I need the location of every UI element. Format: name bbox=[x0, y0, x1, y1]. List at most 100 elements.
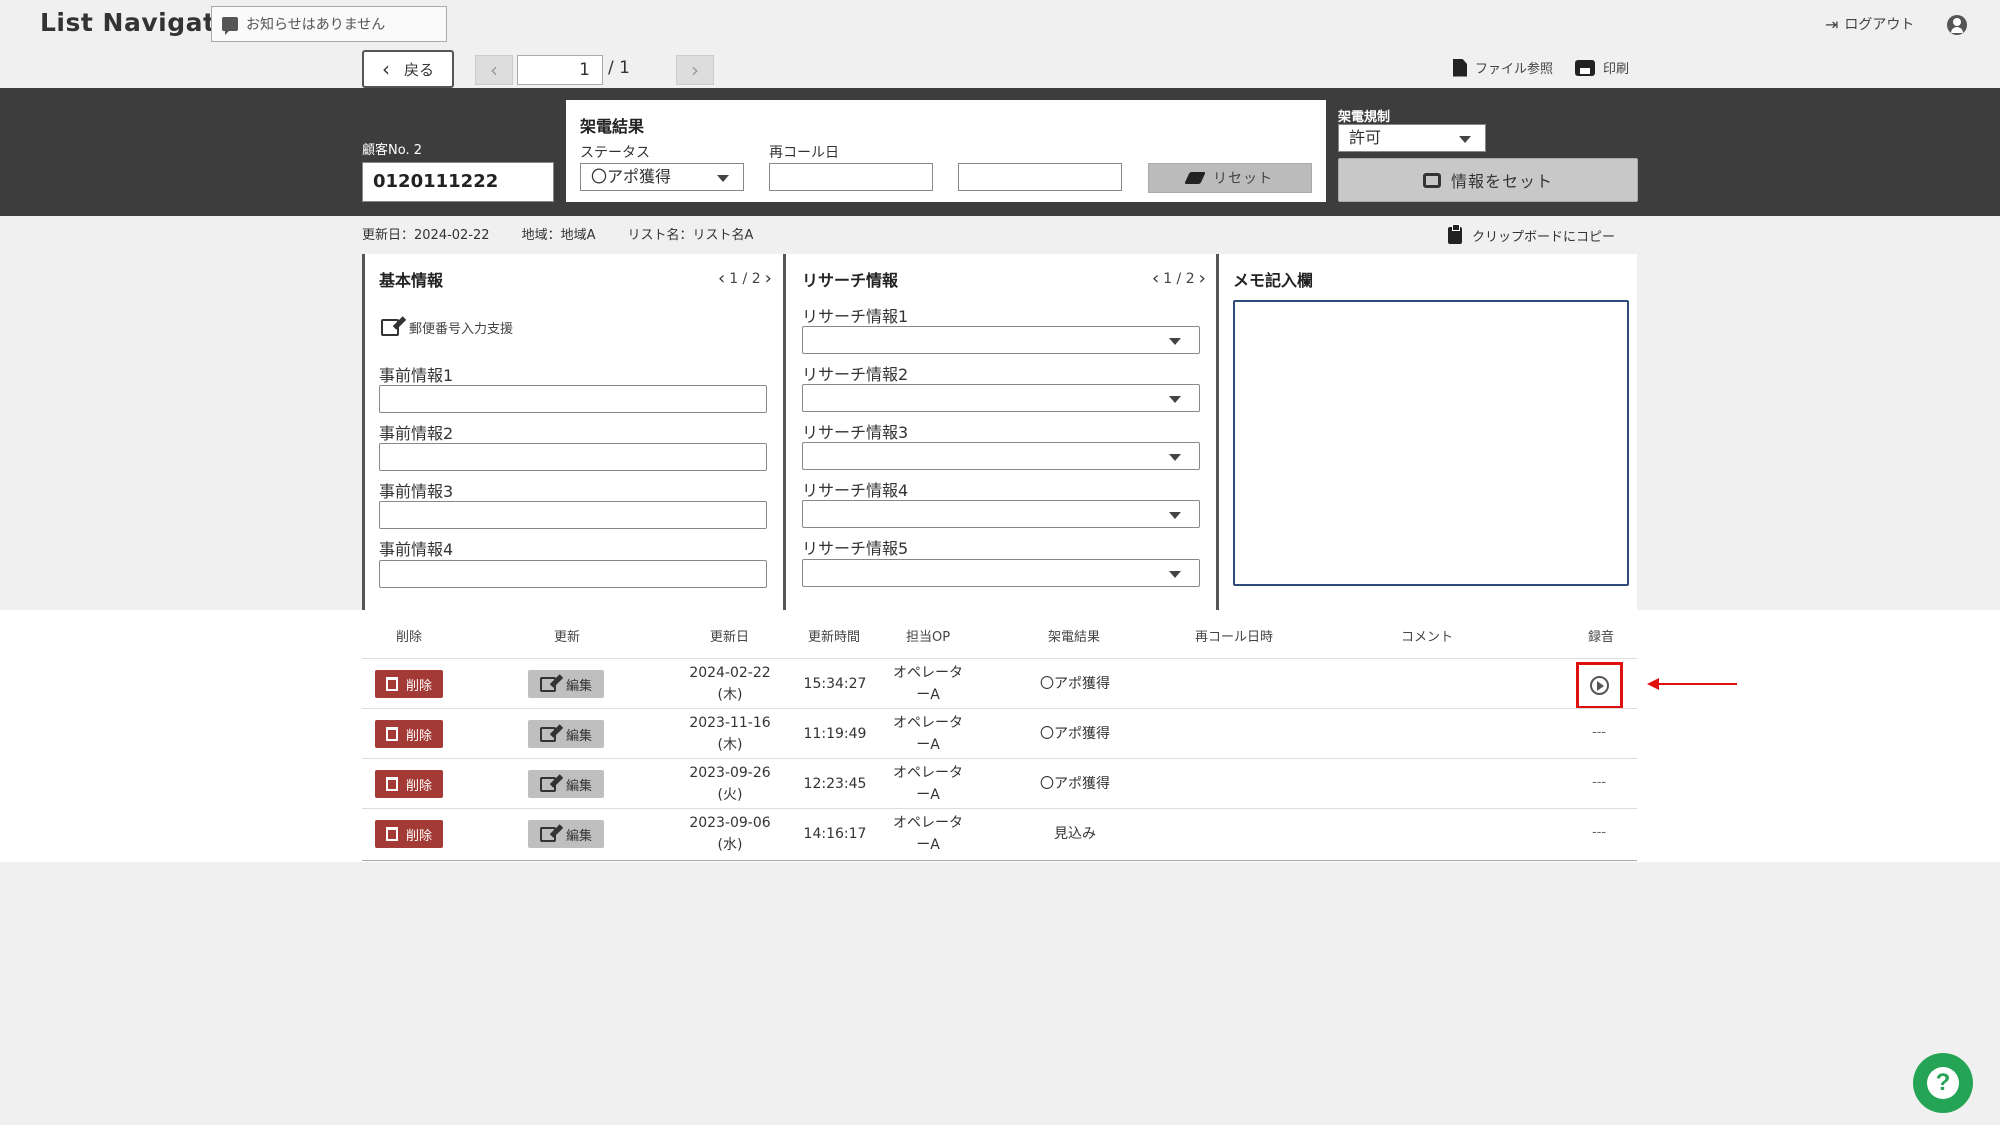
date-text: 2024-02-22 bbox=[689, 665, 771, 681]
row-date: 2023-09-26 (火) bbox=[680, 762, 780, 806]
next-page-button[interactable]: › bbox=[676, 55, 714, 85]
logout-label: ログアウト bbox=[1844, 17, 1915, 33]
regulation-value: 許可 bbox=[1349, 128, 1382, 147]
th-op: 担当OP bbox=[906, 630, 951, 645]
row-operator: オペレータ ーA bbox=[878, 662, 978, 706]
divider bbox=[783, 254, 786, 610]
status-value: 〇アポ獲得 bbox=[591, 167, 672, 186]
research-info-pager[interactable]: ‹ 1 / 2 › bbox=[1152, 268, 1206, 289]
logout-icon: ⇥ bbox=[1825, 14, 1839, 34]
caret-down-icon bbox=[1169, 454, 1181, 461]
edit-button[interactable]: 編集 bbox=[528, 720, 604, 748]
caret-down-icon bbox=[1169, 396, 1181, 403]
recall-label: 再コール日 bbox=[769, 145, 839, 161]
divider bbox=[362, 708, 1637, 709]
research-select-3[interactable] bbox=[802, 442, 1200, 470]
list-name: リスト名：リスト名A bbox=[627, 228, 754, 243]
back-label: 戻る bbox=[403, 60, 434, 79]
edit-label: 編集 bbox=[565, 778, 592, 794]
regulation-select[interactable]: 許可 bbox=[1338, 124, 1486, 152]
recall-time-input[interactable] bbox=[958, 163, 1122, 191]
copy-clipboard-button[interactable]: クリップボードにコピー bbox=[1448, 224, 1615, 245]
divider bbox=[362, 758, 1637, 759]
regulation-label: 架電規制 bbox=[1338, 110, 1391, 125]
chevron-left-icon: ‹ bbox=[381, 57, 390, 81]
delete-button[interactable]: 削除 bbox=[375, 670, 443, 698]
basic-field-1-input[interactable] bbox=[379, 385, 767, 413]
help-button[interactable]: ? bbox=[1913, 1053, 1973, 1113]
delete-label: 削除 bbox=[405, 828, 432, 844]
research-select-4[interactable] bbox=[802, 500, 1200, 528]
back-button[interactable]: ‹ 戻る bbox=[362, 50, 454, 88]
basic-info-pager[interactable]: ‹ 1 / 2 › bbox=[718, 268, 772, 289]
basic-field-label: 事前情報3 bbox=[379, 482, 454, 501]
reset-button[interactable]: リセット bbox=[1148, 163, 1312, 193]
info-bar: 更新日：2024-02-22 地域：地域A リスト名：リスト名A bbox=[362, 224, 753, 243]
th-result: 架電結果 bbox=[1048, 630, 1101, 645]
edit-icon bbox=[539, 776, 556, 792]
basic-field-4-input[interactable] bbox=[379, 560, 767, 588]
research-select-2[interactable] bbox=[802, 384, 1200, 412]
delete-label: 削除 bbox=[405, 728, 432, 744]
date-text: 2023-09-26 bbox=[689, 765, 771, 781]
research-field-label: リサーチ情報4 bbox=[802, 481, 909, 500]
caret-down-icon bbox=[1169, 338, 1181, 345]
chevron-right-icon[interactable]: › bbox=[1199, 268, 1206, 289]
recall-date-input[interactable] bbox=[769, 163, 933, 191]
delete-label: 削除 bbox=[405, 678, 432, 694]
row-date: 2024-02-22 (木) bbox=[680, 662, 780, 706]
operator-line1: オペレータ bbox=[893, 765, 963, 781]
delete-button[interactable]: 削除 bbox=[375, 770, 443, 798]
prev-page-button[interactable]: ‹ bbox=[475, 55, 513, 85]
reset-label: リセット bbox=[1213, 171, 1273, 187]
memo-title: メモ記入欄 bbox=[1233, 271, 1314, 290]
row-time: 14:16:17 bbox=[803, 826, 867, 842]
memo-textarea[interactable] bbox=[1233, 300, 1629, 586]
divider bbox=[1216, 254, 1219, 610]
research-select-5[interactable] bbox=[802, 559, 1200, 587]
set-info-button[interactable]: 情報をセット bbox=[1338, 158, 1638, 202]
th-comment: コメント bbox=[1401, 630, 1454, 645]
edit-button[interactable]: 編集 bbox=[528, 820, 604, 848]
research-field-label: リサーチ情報1 bbox=[802, 307, 909, 326]
chevron-right-icon[interactable]: › bbox=[765, 268, 772, 289]
postal-assist-button[interactable]: 郵便番号入力支援 bbox=[381, 318, 513, 337]
edit-button[interactable]: 編集 bbox=[528, 770, 604, 798]
operator-line1: オペレータ bbox=[893, 715, 963, 731]
row-operator: オペレーターA bbox=[878, 762, 978, 806]
delete-button[interactable]: 削除 bbox=[375, 720, 443, 748]
divider bbox=[362, 254, 365, 610]
notice-box[interactable]: お知らせはありません bbox=[211, 6, 447, 42]
chat-icon bbox=[222, 17, 238, 35]
basic-field-2-input[interactable] bbox=[379, 443, 767, 471]
basic-field-label: 事前情報2 bbox=[379, 424, 454, 443]
call-result-title: 架電結果 bbox=[580, 117, 645, 136]
row-date: 2023-09-06 (水) bbox=[680, 812, 780, 856]
play-icon[interactable] bbox=[1590, 676, 1609, 695]
page-input[interactable]: 1 bbox=[517, 55, 603, 85]
logout-button[interactable]: ⇥ ログアウト bbox=[1825, 14, 1914, 34]
row-date: 2023-11-16 (木) bbox=[680, 712, 780, 756]
phone-field[interactable]: 0120111222 bbox=[362, 162, 554, 202]
operator-line2: ーA bbox=[916, 787, 940, 803]
basic-field-label: 事前情報4 bbox=[379, 540, 454, 559]
delete-button[interactable]: 削除 bbox=[375, 820, 443, 848]
print-button[interactable]: 印刷 bbox=[1575, 58, 1629, 77]
notice-text: お知らせはありません bbox=[246, 17, 386, 33]
th-time: 更新時間 bbox=[808, 630, 861, 645]
edit-button[interactable]: 編集 bbox=[528, 670, 604, 698]
th-date: 更新日 bbox=[710, 630, 750, 645]
research-select-1[interactable] bbox=[802, 326, 1200, 354]
row-time: 15:34:27 bbox=[803, 676, 867, 692]
user-avatar-icon[interactable] bbox=[1947, 15, 1967, 35]
status-select[interactable]: 〇アポ獲得 bbox=[580, 163, 744, 191]
basic-field-3-input[interactable] bbox=[379, 501, 767, 529]
file-ref-button[interactable]: ファイル参照 bbox=[1453, 58, 1553, 77]
chevron-left-icon[interactable]: ‹ bbox=[718, 268, 725, 289]
eraser-icon bbox=[1184, 172, 1206, 184]
region: 地域：地域A bbox=[521, 228, 596, 243]
chevron-left-icon[interactable]: ‹ bbox=[1152, 268, 1159, 289]
row-result: 〇アポ獲得 bbox=[1040, 726, 1110, 742]
file-ref-label: ファイル参照 bbox=[1475, 62, 1554, 77]
caret-down-icon bbox=[1169, 571, 1181, 578]
